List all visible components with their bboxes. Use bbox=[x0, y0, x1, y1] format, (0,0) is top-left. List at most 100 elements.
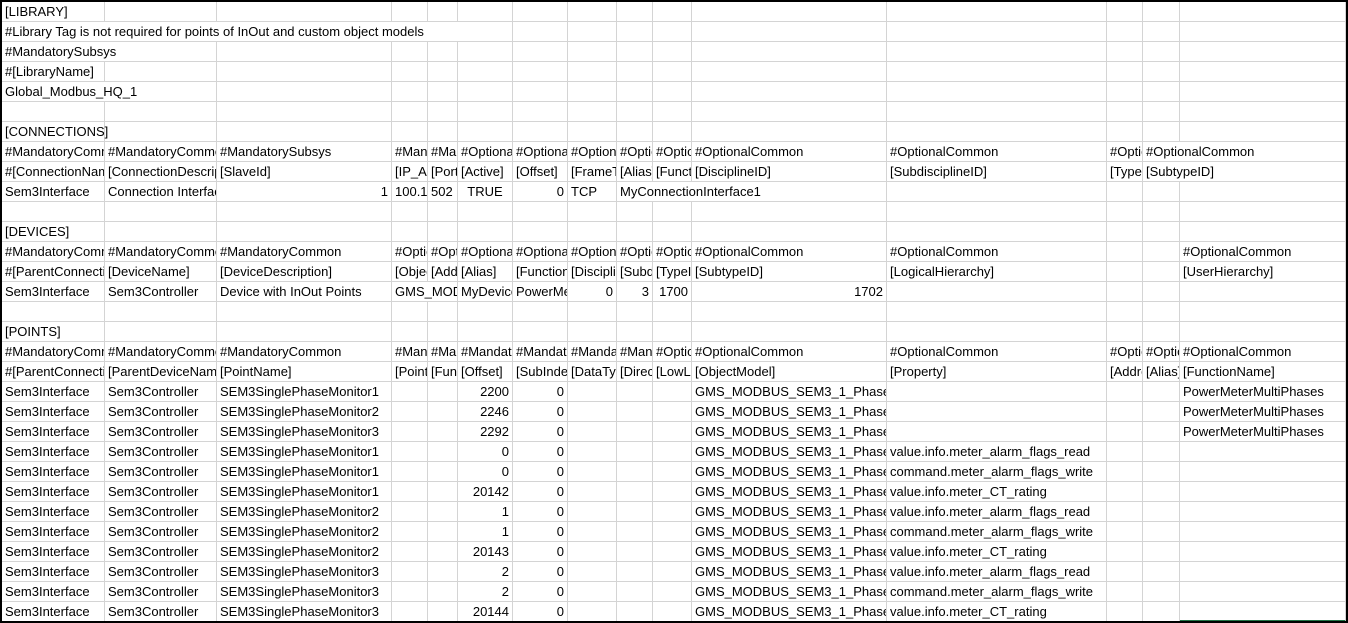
cell-L11[interactable] bbox=[887, 202, 1107, 222]
cell-A20[interactable]: Sem3Interface bbox=[2, 382, 105, 402]
cell-F31[interactable]: 20144 bbox=[458, 602, 513, 622]
cell-A26[interactable]: Sem3Interface bbox=[2, 502, 105, 522]
cell-M14[interactable] bbox=[1107, 262, 1143, 282]
cell-B17[interactable] bbox=[105, 322, 217, 342]
cell-G27[interactable]: 0 bbox=[513, 522, 568, 542]
cell-O12[interactable] bbox=[1180, 222, 1346, 242]
cell-N5[interactable] bbox=[1143, 82, 1180, 102]
cell-H23[interactable] bbox=[568, 442, 617, 462]
cell-L20[interactable] bbox=[887, 382, 1107, 402]
cell-D8[interactable]: #MandatorySubsys bbox=[392, 142, 428, 162]
cell-I25[interactable] bbox=[617, 482, 653, 502]
cell-G31[interactable]: 0 bbox=[513, 602, 568, 622]
cell-D22[interactable] bbox=[392, 422, 428, 442]
cell-H19[interactable]: [DataType] bbox=[568, 362, 617, 382]
cell-K8[interactable]: #OptionalCommon bbox=[692, 142, 887, 162]
cell-A4[interactable]: #[LibraryName] bbox=[2, 62, 105, 82]
cell-N15[interactable] bbox=[1143, 282, 1180, 302]
cell-D26[interactable] bbox=[392, 502, 428, 522]
cell-H21[interactable] bbox=[568, 402, 617, 422]
cell-L3[interactable] bbox=[887, 42, 1107, 62]
cell-L23[interactable]: value.info.meter_alarm_flags_read bbox=[887, 442, 1107, 462]
cell-H9[interactable]: [FrameType] bbox=[568, 162, 617, 182]
cell-I17[interactable] bbox=[617, 322, 653, 342]
cell-A2[interactable]: #Library Tag is not required for points … bbox=[2, 22, 513, 42]
cell-A8[interactable]: #MandatoryCommon bbox=[2, 142, 105, 162]
cell-H4[interactable] bbox=[568, 62, 617, 82]
cell-D12[interactable] bbox=[392, 222, 428, 242]
cell-H31[interactable] bbox=[568, 602, 617, 622]
cell-G26[interactable]: 0 bbox=[513, 502, 568, 522]
cell-B25[interactable]: Sem3Controller bbox=[105, 482, 217, 502]
cell-B29[interactable]: Sem3Controller bbox=[105, 562, 217, 582]
cell-A22[interactable]: Sem3Interface bbox=[2, 422, 105, 442]
cell-N4[interactable] bbox=[1143, 62, 1180, 82]
cell-F11[interactable] bbox=[458, 202, 513, 222]
cell-K9[interactable]: [DisciplineID] bbox=[692, 162, 887, 182]
cell-A3[interactable]: #MandatorySubsys bbox=[2, 42, 217, 62]
cell-N2[interactable] bbox=[1143, 22, 1180, 42]
cell-A11[interactable] bbox=[2, 202, 105, 222]
cell-K31[interactable]: GMS_MODBUS_SEM3_1_Phase bbox=[692, 602, 887, 622]
cell-I23[interactable] bbox=[617, 442, 653, 462]
cell-O30[interactable] bbox=[1180, 582, 1346, 602]
cell-M23[interactable] bbox=[1107, 442, 1143, 462]
cell-F9[interactable]: [Active] bbox=[458, 162, 513, 182]
cell-F14[interactable]: [Alias] bbox=[458, 262, 513, 282]
cell-C19[interactable]: [PointName] bbox=[217, 362, 392, 382]
cell-L22[interactable] bbox=[887, 422, 1107, 442]
cell-C1[interactable] bbox=[217, 2, 392, 22]
cell-J1[interactable] bbox=[653, 2, 692, 22]
cell-N26[interactable] bbox=[1143, 502, 1180, 522]
cell-N9[interactable]: [SubtypeID] bbox=[1143, 162, 1346, 182]
cell-D20[interactable] bbox=[392, 382, 428, 402]
cell-N6[interactable] bbox=[1143, 102, 1180, 122]
cell-M29[interactable] bbox=[1107, 562, 1143, 582]
cell-J18[interactable]: #OptionalSubsys bbox=[653, 342, 692, 362]
cell-K18[interactable]: #OptionalCommon bbox=[692, 342, 887, 362]
cell-K6[interactable] bbox=[692, 102, 887, 122]
cell-B20[interactable]: Sem3Controller bbox=[105, 382, 217, 402]
cell-M30[interactable] bbox=[1107, 582, 1143, 602]
cell-O29[interactable] bbox=[1180, 562, 1346, 582]
cell-M22[interactable] bbox=[1107, 422, 1143, 442]
cell-O20[interactable]: PowerMeterMultiPhases bbox=[1180, 382, 1346, 402]
cell-L14[interactable]: [LogicalHierarchy] bbox=[887, 262, 1107, 282]
cell-G12[interactable] bbox=[513, 222, 568, 242]
cell-G15[interactable]: PowerMeterMultiPhases bbox=[513, 282, 568, 302]
cell-B7[interactable] bbox=[105, 122, 217, 142]
cell-J5[interactable] bbox=[653, 82, 692, 102]
cell-E26[interactable] bbox=[428, 502, 458, 522]
cell-K13[interactable]: #OptionalCommon bbox=[692, 242, 887, 262]
cell-H27[interactable] bbox=[568, 522, 617, 542]
cell-A29[interactable]: Sem3Interface bbox=[2, 562, 105, 582]
cell-G30[interactable]: 0 bbox=[513, 582, 568, 602]
cell-K14[interactable]: [SubtypeID] bbox=[692, 262, 887, 282]
cell-F1[interactable] bbox=[458, 2, 513, 22]
cell-I31[interactable] bbox=[617, 602, 653, 622]
cell-B30[interactable]: Sem3Controller bbox=[105, 582, 217, 602]
cell-I20[interactable] bbox=[617, 382, 653, 402]
cell-E16[interactable] bbox=[428, 302, 458, 322]
cell-D19[interactable]: [PointDescription] bbox=[392, 362, 428, 382]
cell-A27[interactable]: Sem3Interface bbox=[2, 522, 105, 542]
cell-B12[interactable] bbox=[105, 222, 217, 242]
cell-L5[interactable] bbox=[887, 82, 1107, 102]
cell-K29[interactable]: GMS_MODBUS_SEM3_1_Phase bbox=[692, 562, 887, 582]
cell-J4[interactable] bbox=[653, 62, 692, 82]
cell-N25[interactable] bbox=[1143, 482, 1180, 502]
cell-M28[interactable] bbox=[1107, 542, 1143, 562]
cell-M26[interactable] bbox=[1107, 502, 1143, 522]
cell-O21[interactable]: PowerMeterMultiPhases bbox=[1180, 402, 1346, 422]
cell-I13[interactable]: #OptionalSubsys bbox=[617, 242, 653, 262]
cell-E6[interactable] bbox=[428, 102, 458, 122]
cell-C20[interactable]: SEM3SinglePhaseMonitor1 bbox=[217, 382, 392, 402]
cell-J30[interactable] bbox=[653, 582, 692, 602]
cell-B23[interactable]: Sem3Controller bbox=[105, 442, 217, 462]
cell-F7[interactable] bbox=[458, 122, 513, 142]
cell-B6[interactable] bbox=[105, 102, 217, 122]
cell-G13[interactable]: #OptionalSubsys bbox=[513, 242, 568, 262]
cell-A25[interactable]: Sem3Interface bbox=[2, 482, 105, 502]
cell-K11[interactable] bbox=[692, 202, 887, 222]
cell-H30[interactable] bbox=[568, 582, 617, 602]
